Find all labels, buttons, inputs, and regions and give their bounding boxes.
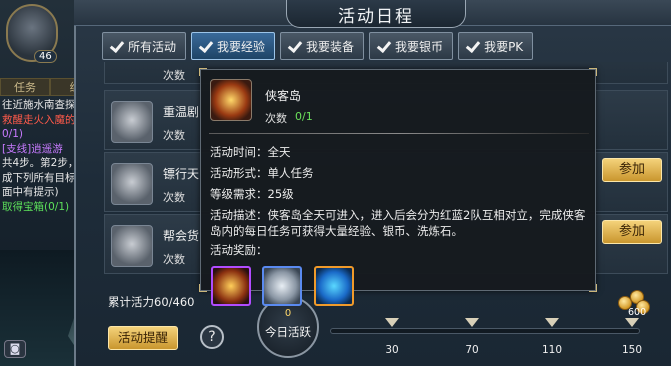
milestone-marker[interactable] xyxy=(385,318,399,328)
checkmark-icon xyxy=(287,39,302,54)
tab-want-equipment[interactable]: 我要装备 xyxy=(280,32,365,60)
tab-all-activities[interactable]: 所有活动 xyxy=(102,32,187,60)
row-count-label: 次数 xyxy=(163,253,185,266)
tooltip-activity-name: 侠客岛 xyxy=(265,89,302,103)
checkmark-icon xyxy=(109,39,124,54)
guild-cargo-icon xyxy=(111,225,153,267)
activity-progress-bar xyxy=(330,328,640,334)
level-requirement: 等级需求：25级 xyxy=(210,187,294,201)
tab-want-silver[interactable]: 我要银币 xyxy=(369,32,454,60)
corner-ornament xyxy=(199,68,207,76)
window-title: 活动日程 xyxy=(338,7,414,27)
activity-description: 活动描述：侠客岛全天可进入，进入后会分为红蓝2队互相对立，完成侠客岛内的每日任务… xyxy=(210,208,586,238)
activity-name: 帮会货 xyxy=(163,229,200,243)
activity-tooltip: 侠客岛 次数 0/1 活动时间：全天 活动形式：单人任务 等级需求：25级 活动… xyxy=(199,68,597,306)
silver-ingot-icon xyxy=(111,163,153,205)
row-count-label: 次数 xyxy=(163,69,185,82)
reward-label: 活动奖励： xyxy=(210,243,268,257)
help-button[interactable]: ? xyxy=(200,325,224,349)
checkmark-icon xyxy=(376,39,391,54)
milestone-marker[interactable] xyxy=(545,318,559,328)
tab-label: 所有活动 xyxy=(128,39,177,54)
hero-island-icon xyxy=(210,79,252,121)
activity-time: 活动时间：全天 xyxy=(210,145,291,159)
join-button[interactable]: 参加 xyxy=(602,158,662,182)
accumulated-vitality: 累计活力60/460 xyxy=(108,295,195,309)
activity-reminder-button[interactable]: 活动提醒 xyxy=(108,326,178,350)
wash-stone-icon[interactable] xyxy=(314,266,354,306)
activity-name: 镖行天 xyxy=(163,167,200,181)
checkmark-icon xyxy=(198,39,213,54)
milestone-marker[interactable] xyxy=(465,318,479,328)
tab-quests[interactable]: 任务 xyxy=(0,78,50,96)
corner-ornament xyxy=(199,284,207,292)
tab-label: 我要经验 xyxy=(217,39,266,54)
divider xyxy=(209,133,589,134)
daily-activity-value: 0 xyxy=(284,308,292,319)
milestone-label: 30 xyxy=(385,344,399,356)
milestone-label: 110 xyxy=(541,344,563,356)
player-level-badge: 46 xyxy=(34,50,57,63)
milestone-marker[interactable] xyxy=(625,318,639,328)
tab-label: 我要装备 xyxy=(306,39,355,54)
tab-want-pk[interactable]: 我要PK xyxy=(458,32,534,60)
silver-coins-icon[interactable] xyxy=(262,266,302,306)
camera-icon[interactable]: ◙ xyxy=(4,340,26,358)
corner-ornament xyxy=(589,68,597,76)
filter-tabs: 所有活动 我要经验 我要装备 我要银币 我要PK xyxy=(102,32,534,60)
armor-icon xyxy=(111,101,153,143)
tab-want-experience[interactable]: 我要经验 xyxy=(191,32,276,60)
milestone-label: 70 xyxy=(465,344,479,356)
row-count-label: 次数 xyxy=(163,129,185,142)
tab-label: 我要银币 xyxy=(395,39,444,54)
corner-ornament xyxy=(589,284,597,292)
tooltip-count-label: 次数 xyxy=(265,112,287,125)
join-button[interactable]: 参加 xyxy=(602,220,662,244)
checkmark-icon xyxy=(465,39,480,54)
activity-name: 重温剧 xyxy=(163,105,200,119)
exp-orb-icon[interactable] xyxy=(211,266,251,306)
daily-activity-label: 今日活跃 xyxy=(265,325,311,339)
activity-form: 活动形式：单人任务 xyxy=(210,166,314,180)
row-count-label: 次数 xyxy=(163,191,185,204)
reward-count: 600 xyxy=(628,307,647,318)
tab-label: 我要PK xyxy=(484,39,524,54)
tooltip-count-value: 0/1 xyxy=(295,110,313,123)
milestone-label: 150 xyxy=(621,344,643,356)
